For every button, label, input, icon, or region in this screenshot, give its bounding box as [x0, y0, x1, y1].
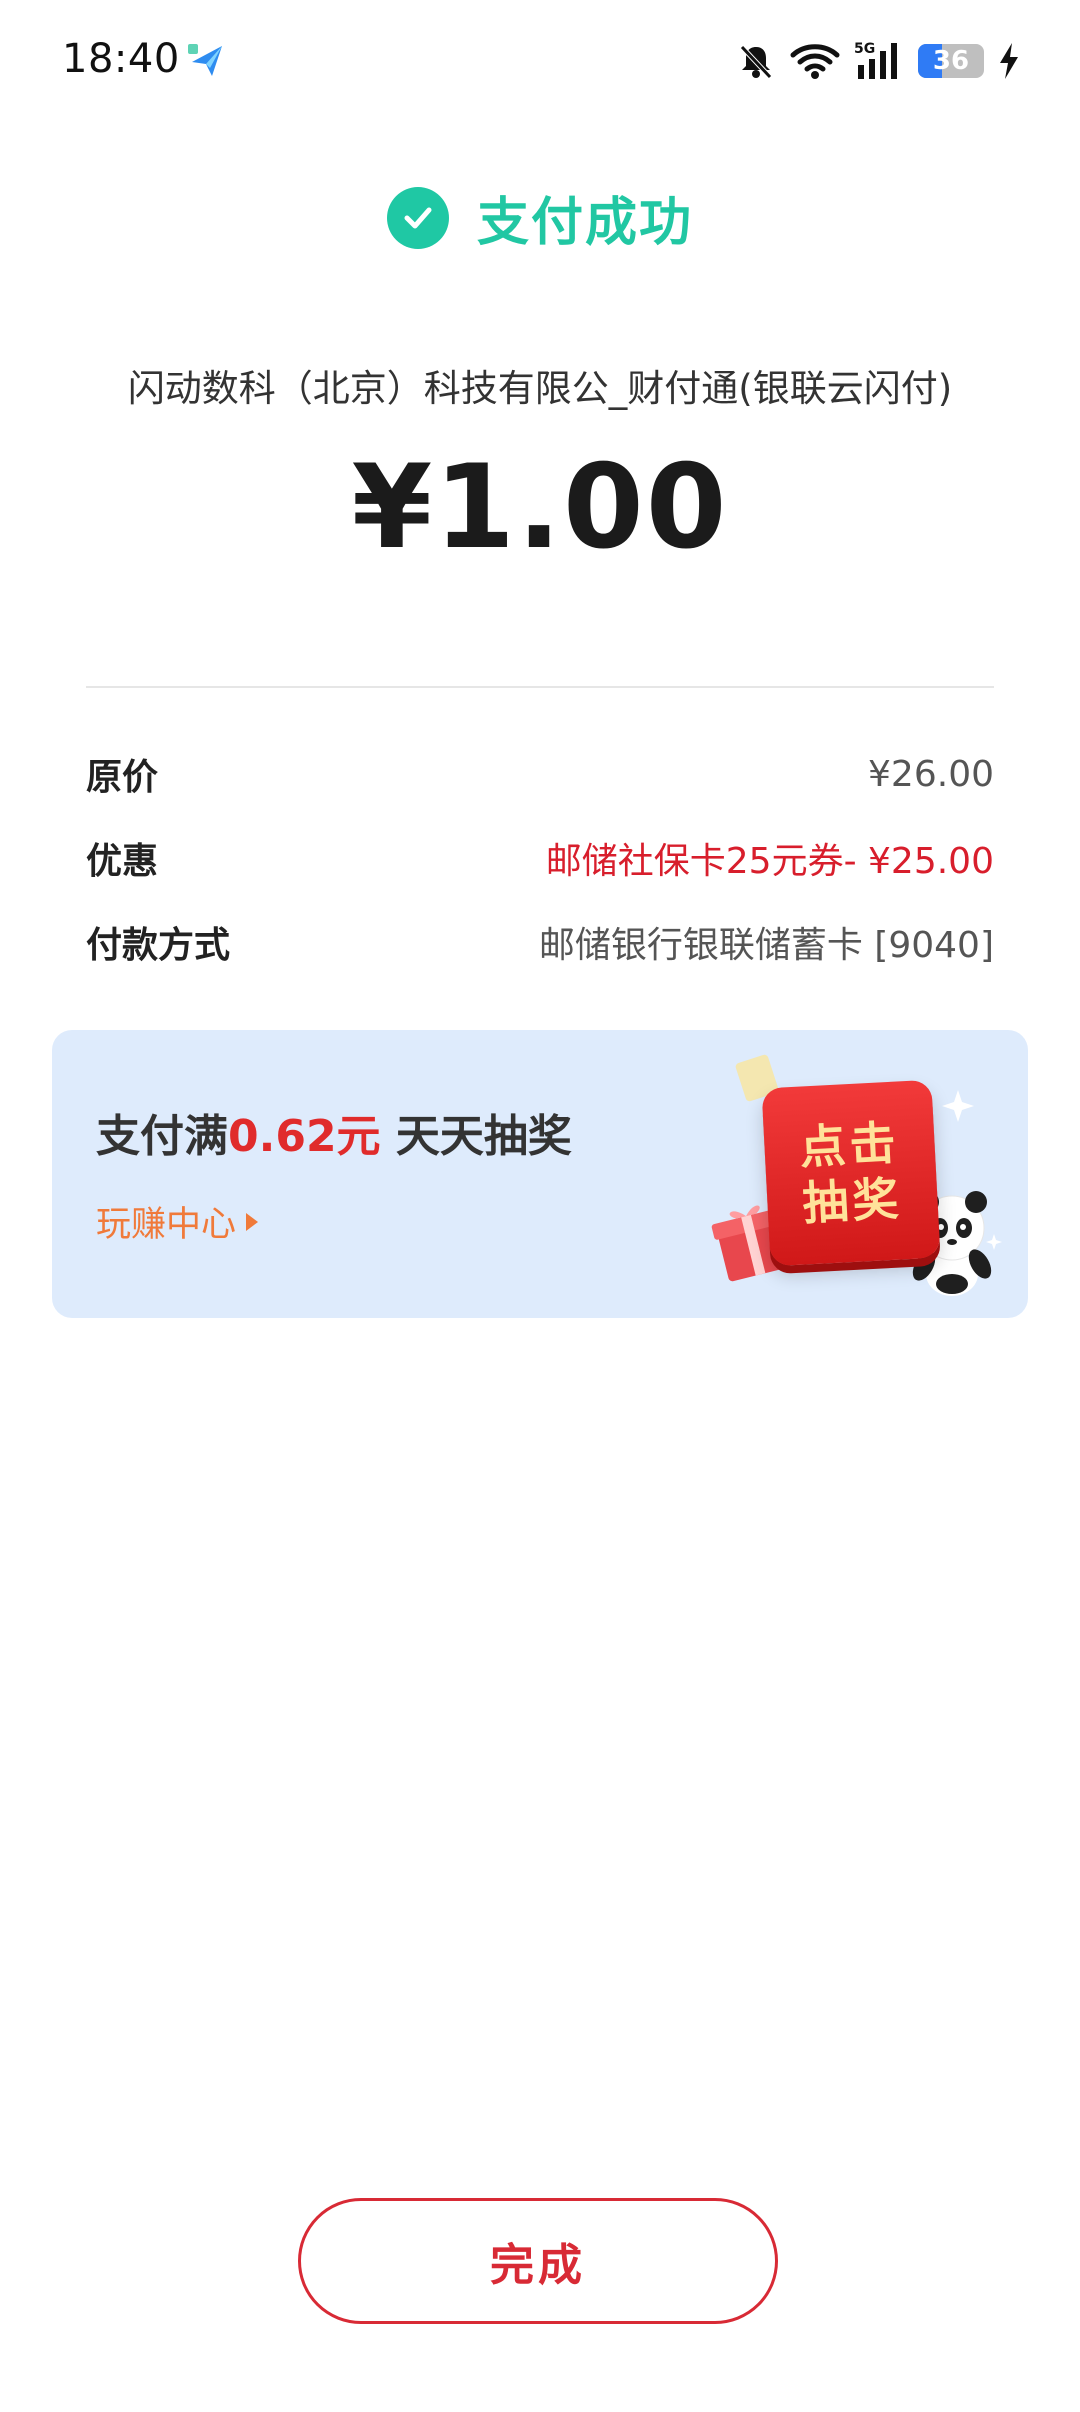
lottery-illustration[interactable]: 点击 抽奖	[700, 1044, 1010, 1306]
battery-level-text: 36	[932, 46, 970, 76]
promo-threshold-amount: 0.62元	[228, 1111, 381, 1162]
promo-title-suffix: 天天抽奖	[380, 1111, 572, 1162]
promo-title: 支付满0.62元 天天抽奖	[96, 1100, 572, 1164]
charging-bolt-icon	[1000, 43, 1018, 79]
click-lottery-button[interactable]: 点击 抽奖	[761, 1079, 941, 1267]
success-title: 支付成功	[476, 193, 693, 253]
status-icons: 5G 36	[736, 38, 1020, 84]
payment-method-value: 邮储银行银联储蓄卡 [9040]	[538, 925, 994, 966]
signal-5g-icon: 5G	[854, 41, 897, 79]
check-circle-icon	[386, 186, 449, 249]
merchant-name: 闪动数科（北京）科技有限公_财付通(银联云闪付)	[127, 367, 953, 410]
svg-text:5G: 5G	[854, 41, 875, 57]
play-earn-center-link[interactable]: 玩赚中心	[96, 1196, 259, 1247]
promo-title-prefix: 支付满	[96, 1111, 228, 1162]
status-bar: 18:40 5G 36	[0, 0, 1080, 120]
triangle-right-icon	[246, 1212, 259, 1231]
lottery-label-line2: 抽奖	[801, 1171, 904, 1231]
paid-amount: ¥1.00	[351, 440, 729, 575]
wifi-icon	[790, 44, 840, 79]
detail-row-discount: 优惠 邮储社保卡25元券- ¥25.00	[86, 828, 994, 888]
detail-label: 付款方式	[86, 925, 231, 966]
check-mark-icon	[404, 207, 432, 228]
detail-label: 原价	[86, 757, 159, 798]
app-notification-icon	[188, 44, 222, 76]
discount-value: 邮储社保卡25元券- ¥25.00	[545, 841, 994, 882]
battery-icon: 36	[918, 44, 984, 78]
divider	[86, 686, 994, 688]
mute-bell-icon	[740, 45, 772, 79]
lottery-label-line1: 点击	[798, 1115, 901, 1175]
lottery-promo-card[interactable]: 支付满0.62元 天天抽奖 玩赚中心 点击 抽奖	[52, 1030, 1028, 1318]
detail-row-payment-method: 付款方式 邮储银行银联储蓄卡 [9040]	[86, 912, 994, 972]
detail-row-original-price: 原价 ¥26.00	[86, 744, 994, 804]
done-button[interactable]: 完成	[298, 2198, 778, 2324]
promo-link-label: 玩赚中心	[96, 1205, 237, 1245]
status-time: 18:40	[62, 36, 180, 82]
original-price-value: ¥26.00	[868, 753, 994, 795]
detail-label: 优惠	[86, 841, 159, 882]
payment-success-header: 支付成功	[0, 180, 1080, 255]
